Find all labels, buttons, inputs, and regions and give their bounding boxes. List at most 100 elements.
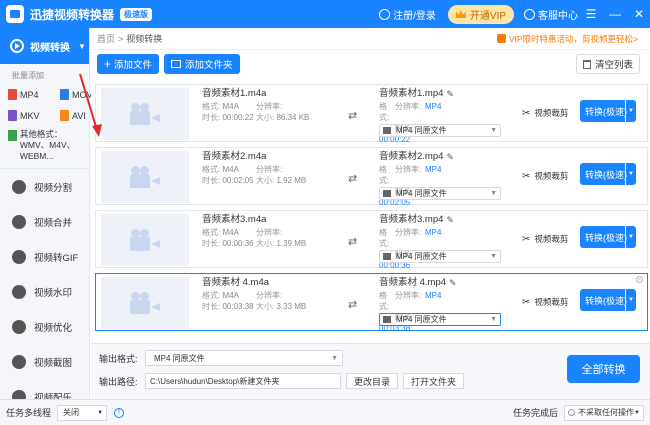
file-row[interactable]: 音频素材3.m4a 格式: M4A 分辨率: 时长: 00:00:36 大小: … [95,210,648,270]
scissors-icon: ✂ [522,296,531,308]
clip-button[interactable]: ✂ 视频裁剪 [522,107,568,119]
clip-button[interactable]: ✂ 视频裁剪 [522,233,568,245]
row-format-select[interactable]: MP4 同原文件 ▼ [379,124,501,137]
convert-button[interactable]: 转换(极速) ▼ [580,289,636,311]
row-format-value: MP4 同原文件 [396,252,447,261]
promo-link[interactable]: VIP限时特惠活动，剪视频更轻松> [496,33,638,45]
source-size: 86.34 KB [276,113,310,122]
output-format: MP4 [425,165,442,174]
file-icon [8,110,17,121]
clip-label: 视频裁剪 [534,234,569,244]
login-link[interactable]: 注册/登录 [379,7,436,22]
format-mkv[interactable]: MKV [8,110,60,121]
close-icon[interactable]: ✕ [628,0,650,28]
clip-button[interactable]: ✂ 视频裁剪 [522,296,568,308]
file-row[interactable]: 音频素材1.m4a 格式: M4A 分辨率: 时长: 00:00:22 大小: … [95,84,648,144]
watermark-icon [12,284,26,299]
chevron-down-icon: ▼ [490,316,497,323]
source-format: M4A [222,291,239,300]
convert-button[interactable]: 转换(极速) ▼ [580,226,636,248]
plus-icon: + [104,57,112,71]
output-format-select[interactable]: MP4 同原文件 ▼ [145,350,343,366]
screenshot-icon [12,354,26,369]
service-link[interactable]: 客服中心 [524,7,578,22]
crown-icon [455,10,466,18]
format-other[interactable]: 其他格式：WMV、M4V、WEBM... [0,121,89,162]
sidebar-item-screenshot[interactable]: 视频截图 [0,344,89,379]
sidebar-item-gif[interactable]: 视频转GIF [0,239,89,274]
source-format: M4A [222,102,239,111]
info-icon[interactable]: ! [114,407,125,418]
chevron-down-icon[interactable]: ▼ [625,100,636,122]
vip-button[interactable]: 开通VIP [447,4,514,24]
edit-icon[interactable]: ✎ [446,150,454,164]
source-file-name: 音频素材 4.m4a [202,277,270,288]
format-mp4[interactable]: MP4 [8,89,60,100]
video-thumbnail [101,88,189,140]
menu-icon[interactable]: ☰ [580,0,602,28]
clip-label: 视频裁剪 [534,297,569,307]
output-path-label: 输出路径: [99,376,138,387]
clear-list-button[interactable]: 清空列表 [575,54,640,74]
scissors-icon: ✂ [522,233,531,245]
change-dir-button[interactable]: 更改目录 [346,373,399,389]
after-done-select[interactable]: 不采取任何操作 ▼ [564,404,644,421]
login-label: 注册/登录 [393,10,436,22]
breadcrumb-sep: > [118,33,124,44]
sidebar-item-merge[interactable]: 视频合并 [0,204,89,239]
chevron-down-icon: ▼ [634,409,640,416]
breadcrumb-home[interactable]: 首页 [97,32,115,45]
file-row[interactable]: 音频素材 4.m4a 格式: M4A 分辨率: 时长: 00:03:38 大小:… [95,273,648,333]
row-format-select[interactable]: MP4 同原文件 ▼ [379,250,501,263]
sidebar-item-optimize[interactable]: 视频优化 [0,309,89,344]
edit-icon[interactable]: ✎ [446,213,454,227]
source-size: 1.39 MB [276,239,307,248]
output-path-row: 输出路径: C:\Users\hudun\Desktop\新建文件夹 更改目录 … [99,373,465,389]
chevron-down-icon[interactable]: ▼ [625,163,636,185]
resolution-label: 分辨率: [256,228,283,237]
edit-icon[interactable]: ✎ [449,276,457,290]
convert-button[interactable]: 转换(极速) ▼ [580,100,636,122]
output-panel: 输出格式: MP4 同原文件 ▼ 输出路径: C:\Users\hudun\De… [91,343,650,399]
sidebar-item-watermark[interactable]: 视频水印 [0,274,89,309]
size-label: 大小: [256,176,275,185]
format-label: 格式: [379,228,390,248]
add-file-button[interactable]: + 添加文件 [97,54,160,74]
chevron-down-icon[interactable]: ▼ [625,289,636,311]
camera-icon [130,229,160,251]
format-label: 格式: [379,102,390,122]
file-icon [60,89,69,100]
source-duration: 00:03:38 [222,302,254,311]
shuffle-icon: ⇄ [348,236,358,248]
folder-icon [171,60,182,68]
chevron-down-icon[interactable]: ▼ [625,226,636,248]
source-info: 音频素材1.m4a 格式: M4A 分辨率: 时长: 00:00:22 大小: … [202,87,342,123]
duration-label: 时长: [202,176,221,185]
source-size: 3.33 MB [276,302,307,311]
multithread-select[interactable]: 关闭 ▼ [57,404,108,421]
app-logo [6,5,24,23]
close-icon[interactable]: ✕ [636,276,643,283]
convert-all-button[interactable]: 全部转换 [567,355,640,383]
add-folder-button[interactable]: 添加文件夹 [164,54,240,74]
row-format-select[interactable]: MP4 同原文件 ▼ [379,313,501,326]
output-file-name: 音频素材 4.mp4 [379,277,447,288]
source-info: 音频素材3.m4a 格式: M4A 分辨率: 时长: 00:00:36 大小: … [202,213,342,249]
play-icon [10,39,24,53]
convert-label: 转换(极速) [585,106,627,117]
output-format-row: 输出格式: MP4 同原文件 ▼ [99,350,343,366]
format-grid: MP4 MOV MKV AVI [0,85,93,121]
clip-button[interactable]: ✂ 视频裁剪 [522,170,568,182]
convert-button[interactable]: 转换(极速) ▼ [580,163,636,185]
scissors-icon: ✂ [522,107,531,119]
minimize-icon[interactable]: — [604,0,626,28]
output-path-input[interactable]: C:\Users\hudun\Desktop\新建文件夹 [145,373,341,389]
sidebar-item-split[interactable]: 视频分割 [0,169,89,204]
promo-label: VIP限时特惠活动，剪视频更轻松> [508,33,638,44]
row-format-select[interactable]: MP4 同原文件 ▼ [379,187,501,200]
clip-label: 视频裁剪 [534,108,569,118]
file-row[interactable]: 音频素材2.m4a 格式: M4A 分辨率: 时长: 00:02:05 大小: … [95,147,648,207]
sidebar-item-video-convert[interactable]: 视频转换 ▼ [0,28,89,64]
edit-icon[interactable]: ✎ [446,87,454,101]
open-folder-button[interactable]: 打开文件夹 [403,373,465,389]
